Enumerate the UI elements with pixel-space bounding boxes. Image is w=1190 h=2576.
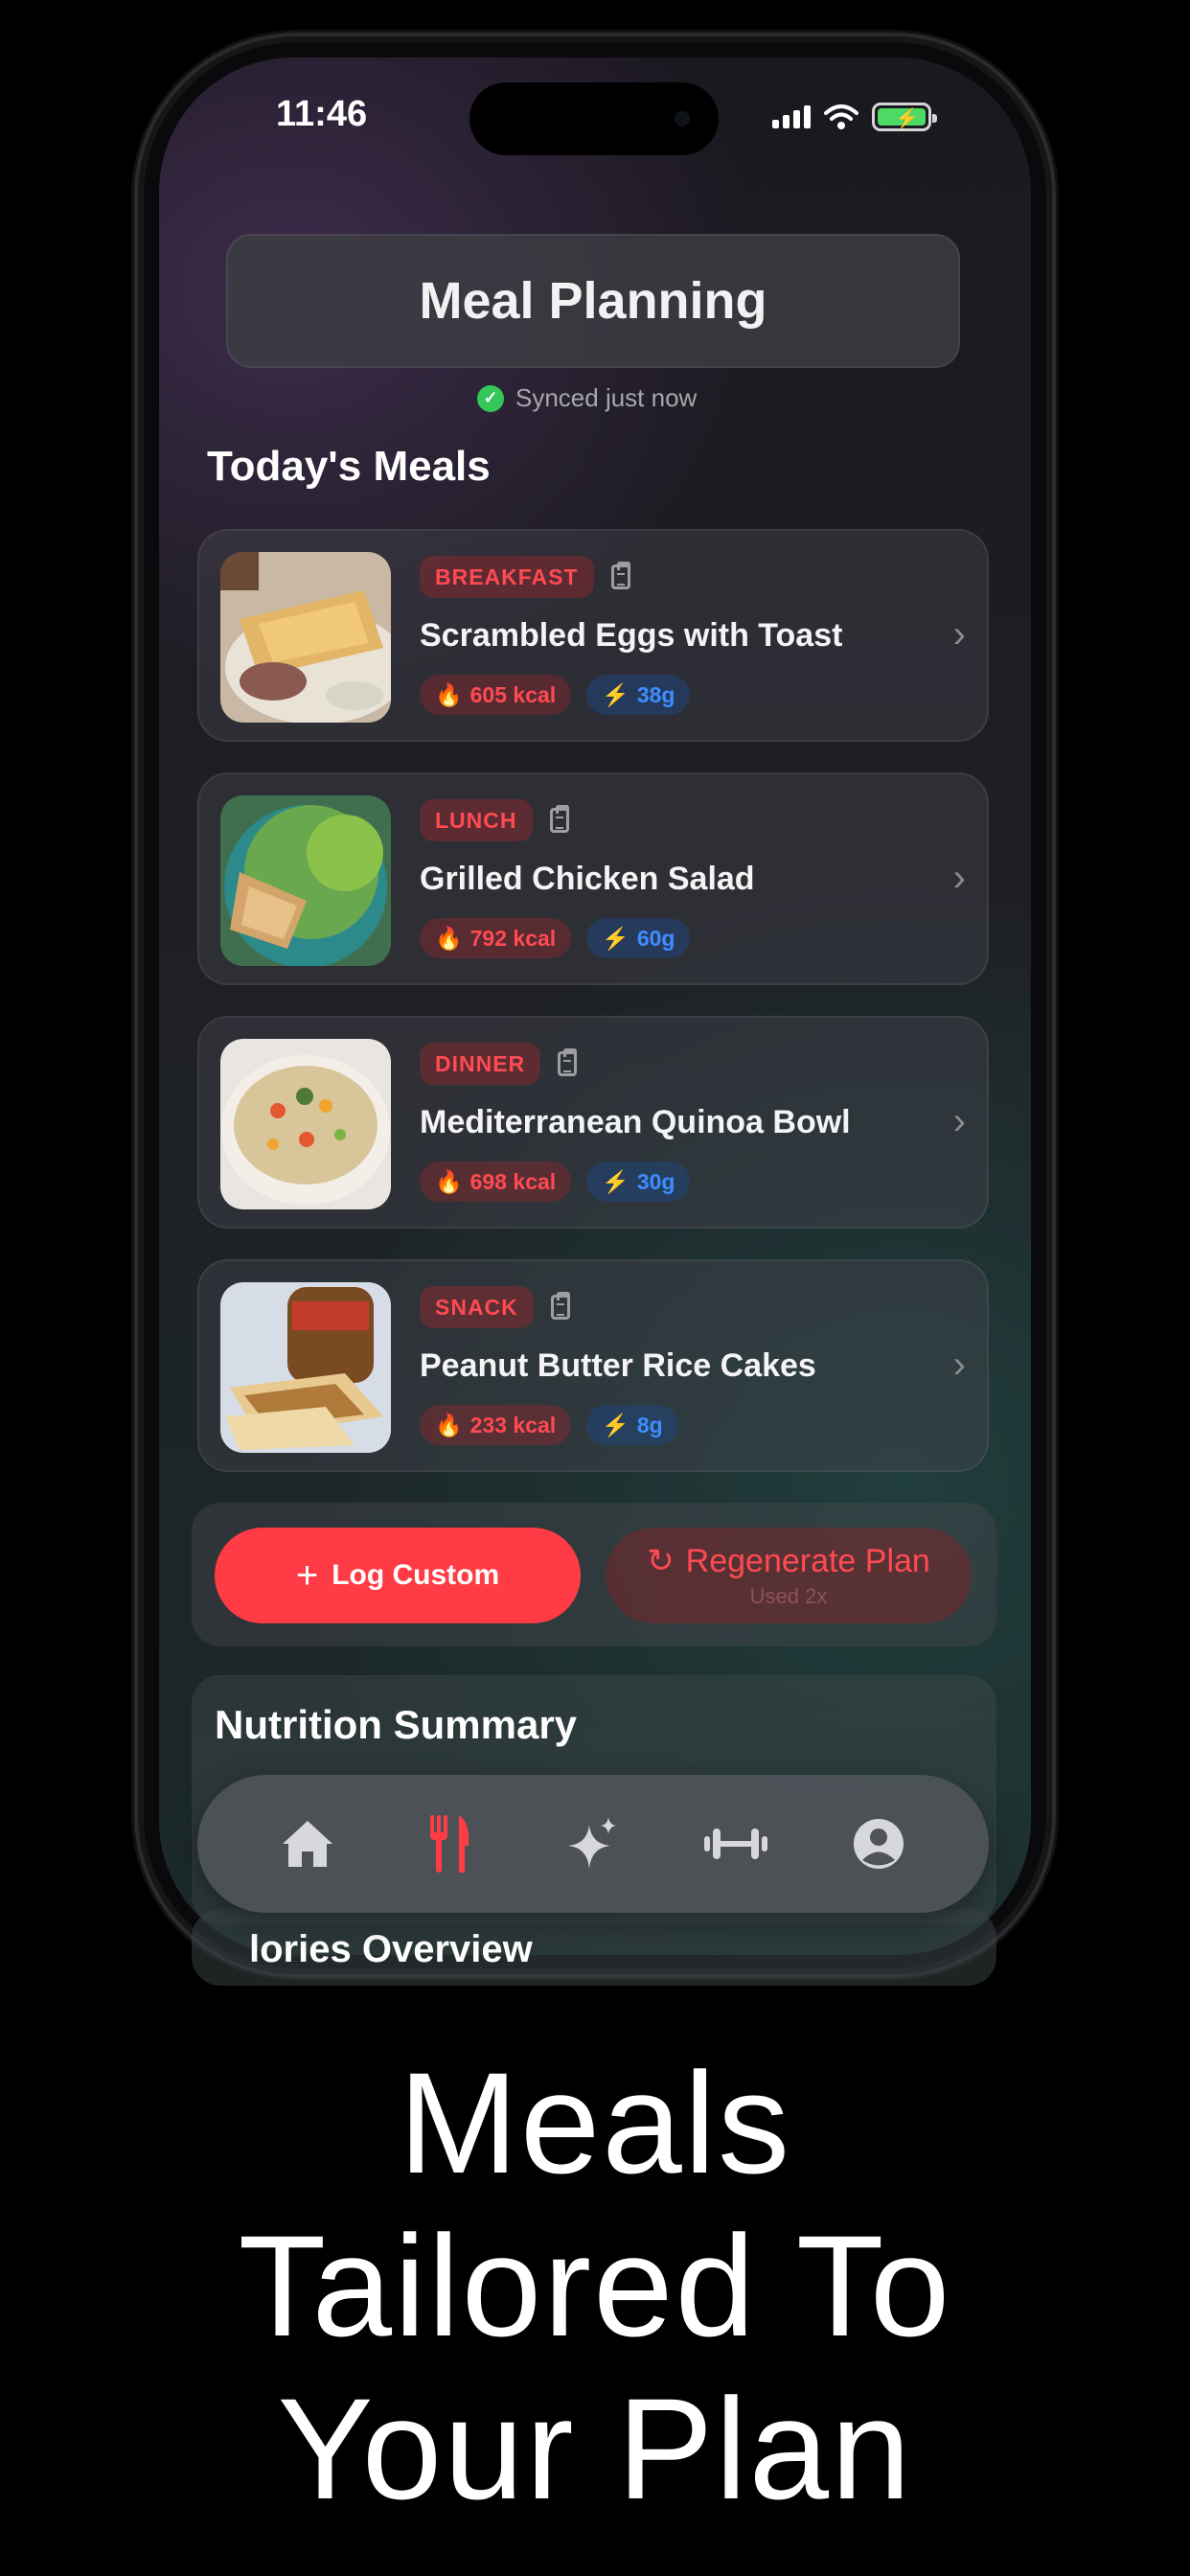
fork-knife-icon xyxy=(429,1815,469,1873)
tab-bar xyxy=(197,1775,989,1913)
calories-overview-card: lories Overview xyxy=(192,1909,996,1986)
tab-profile[interactable] xyxy=(840,1806,917,1882)
regenerate-plan-button[interactable]: ↻ Regenerate Plan Used 2x xyxy=(606,1528,972,1623)
chevron-right-icon: › xyxy=(952,613,966,656)
home-icon xyxy=(282,1821,332,1867)
plus-icon: + xyxy=(295,1554,319,1597)
tagline-line-2: Tailored To xyxy=(238,2205,952,2366)
protein-value: 38g xyxy=(636,681,675,707)
bolt-icon: ⚡ xyxy=(602,925,629,951)
nutrition-summary-title: Nutrition Summary xyxy=(215,1702,578,1747)
meal-type-badge: SNACK xyxy=(420,1286,534,1328)
meal-tag-row: DINNER xyxy=(420,1043,578,1085)
meal-thumbnail xyxy=(220,795,391,966)
meal-thumbnail xyxy=(220,1039,391,1209)
clipboard-icon[interactable] xyxy=(549,805,569,833)
protein-value: 30g xyxy=(636,1168,675,1194)
meal-type-badge: LUNCH xyxy=(420,799,533,841)
log-custom-button[interactable]: + Log Custom xyxy=(215,1528,581,1623)
clipboard-icon[interactable] xyxy=(558,1048,578,1076)
flame-icon: 🔥 xyxy=(435,925,463,951)
check-circle-icon: ✓ xyxy=(477,384,504,412)
clipboard-icon[interactable] xyxy=(550,1292,570,1320)
page-title: Meal Planning xyxy=(419,272,767,330)
calorie-value: 605 kcal xyxy=(469,681,557,707)
protein-badge: ⚡ 38g xyxy=(586,675,691,715)
camera-dot xyxy=(675,111,690,126)
calorie-badge: 🔥 233 kcal xyxy=(420,1405,572,1445)
protein-badge: ⚡ 30g xyxy=(586,1162,691,1202)
protein-value: 8g xyxy=(636,1412,663,1438)
bolt-icon: ⚡ xyxy=(602,681,629,707)
meal-card-snack[interactable]: SNACK Peanut Butter Rice Cakes 🔥 233 kcal… xyxy=(197,1259,989,1472)
battery-icon: ⚡ xyxy=(872,103,937,131)
status-time: 11:46 xyxy=(276,94,368,134)
calories-overview-title: lories Overview xyxy=(249,1928,533,1970)
protein-badge: ⚡ 8g xyxy=(586,1405,678,1445)
header-title-box: Meal Planning xyxy=(226,234,960,368)
meal-badges: 🔥 698 kcal ⚡ 30g xyxy=(420,1162,691,1202)
meal-badges: 🔥 605 kcal ⚡ 38g xyxy=(420,675,691,715)
meal-tag-row: SNACK xyxy=(420,1286,570,1328)
meal-type-badge: DINNER xyxy=(420,1043,541,1085)
tagline-line-1: Meals xyxy=(398,2042,792,2203)
clipboard-icon[interactable] xyxy=(610,562,630,589)
tab-meals[interactable] xyxy=(412,1806,489,1882)
meal-thumbnail xyxy=(220,552,391,723)
dumbbell-icon xyxy=(704,1828,768,1859)
meal-name: Mediterranean Quinoa Bowl xyxy=(420,1104,851,1140)
meal-name: Scrambled Eggs with Toast xyxy=(420,617,843,654)
meal-tag-row: LUNCH xyxy=(420,799,569,841)
protein-badge: ⚡ 60g xyxy=(586,918,691,958)
marketing-tagline: Meals Tailored To Your Plan xyxy=(0,2041,1190,2530)
chevron-right-icon: › xyxy=(952,1344,966,1386)
bolt-icon: ⚡ xyxy=(602,1168,629,1194)
calorie-badge: 🔥 605 kcal xyxy=(420,675,572,715)
meal-name: Peanut Butter Rice Cakes xyxy=(420,1347,816,1384)
calorie-value: 698 kcal xyxy=(469,1168,557,1194)
tab-workouts[interactable] xyxy=(698,1806,774,1882)
tagline-line-3: Your Plan xyxy=(277,2368,913,2529)
section-title: Today's Meals xyxy=(207,443,491,490)
meal-badges: 🔥 792 kcal ⚡ 60g xyxy=(420,918,691,958)
sync-status: ✓ Synced just now xyxy=(477,383,697,413)
meal-actions-bar: + Log Custom ↻ Regenerate Plan Used 2x xyxy=(192,1503,996,1646)
signal-icon xyxy=(772,105,811,128)
flame-icon: 🔥 xyxy=(435,681,463,707)
dynamic-island xyxy=(469,82,719,155)
calorie-value: 233 kcal xyxy=(469,1412,557,1438)
tab-home[interactable] xyxy=(269,1806,346,1882)
status-icons: ⚡ xyxy=(772,100,937,134)
flame-icon: 🔥 xyxy=(435,1168,463,1194)
meal-tag-row: BREAKFAST xyxy=(420,556,630,598)
refresh-icon: ↻ xyxy=(647,1543,675,1579)
meal-type-badge: BREAKFAST xyxy=(420,556,594,598)
wifi-icon xyxy=(824,104,858,129)
chevron-right-icon: › xyxy=(952,1100,966,1142)
meal-card-breakfast[interactable]: BREAKFAST Scrambled Eggs with Toast 🔥 605… xyxy=(197,529,989,742)
sparkles-icon xyxy=(567,1817,616,1869)
log-custom-label: Log Custom xyxy=(332,1559,500,1591)
profile-icon xyxy=(854,1819,904,1869)
meal-card-lunch[interactable]: LUNCH Grilled Chicken Salad 🔥 792 kcal ⚡ 6… xyxy=(197,772,989,985)
calorie-badge: 🔥 698 kcal xyxy=(420,1162,572,1202)
meal-thumbnail xyxy=(220,1282,391,1453)
chevron-right-icon: › xyxy=(952,857,966,899)
meal-card-dinner[interactable]: DINNER Mediterranean Quinoa Bowl 🔥 698 kc… xyxy=(197,1016,989,1229)
flame-icon: 🔥 xyxy=(435,1412,463,1438)
tab-ai[interactable] xyxy=(555,1806,631,1882)
protein-value: 60g xyxy=(636,925,675,951)
meal-badges: 🔥 233 kcal ⚡ 8g xyxy=(420,1405,678,1445)
calorie-value: 792 kcal xyxy=(469,925,557,951)
sync-status-text: Synced just now xyxy=(515,383,698,412)
bolt-icon: ⚡ xyxy=(602,1412,629,1438)
regenerate-label: Regenerate Plan xyxy=(685,1542,930,1579)
calorie-badge: 🔥 792 kcal xyxy=(420,918,572,958)
regenerate-usage: Used 2x xyxy=(749,1584,828,1608)
meal-name: Grilled Chicken Salad xyxy=(420,861,755,897)
